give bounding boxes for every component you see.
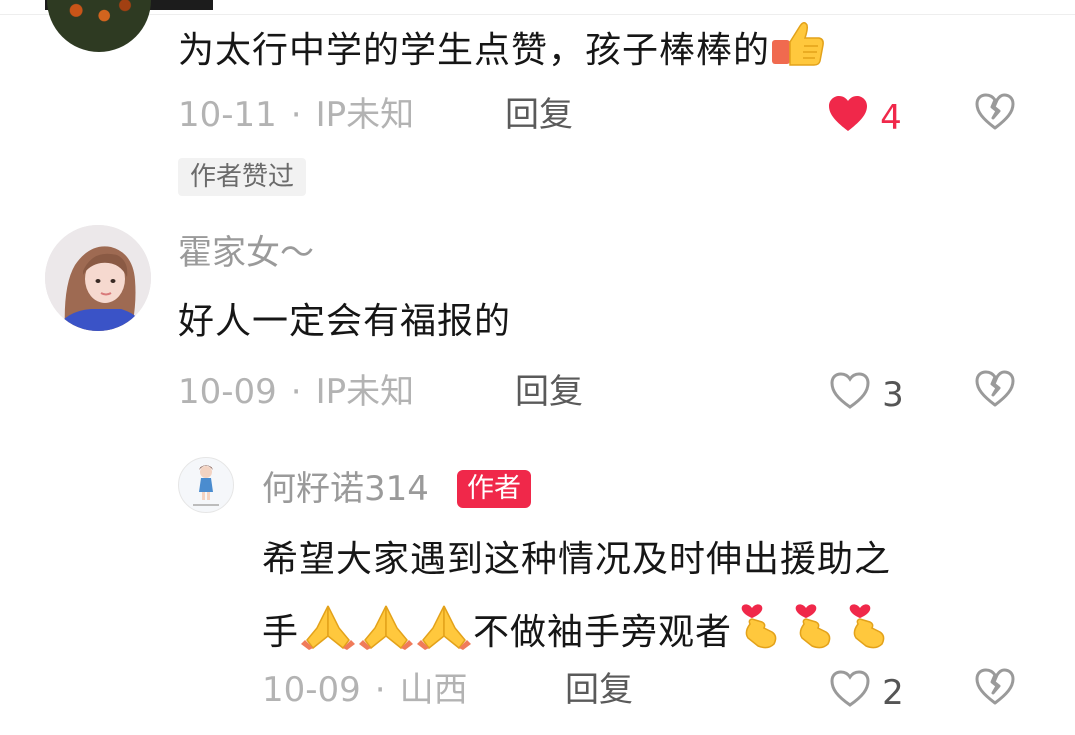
avatar[interactable] <box>47 0 151 52</box>
finger-heart-icon <box>840 598 894 661</box>
heart-filled-icon <box>827 95 869 137</box>
like-button[interactable]: 4 <box>827 95 902 138</box>
username[interactable]: 霍家女～ <box>178 233 314 273</box>
comment-meta: 10-11 · IP未知 <box>178 95 414 135</box>
comment-location: IP未知 <box>315 372 415 412</box>
folded-hands-icon <box>357 602 415 661</box>
like-button[interactable]: 2 <box>829 670 904 713</box>
comment-location: IP未知 <box>315 95 415 135</box>
comment-location: 山西 <box>399 670 468 710</box>
folded-hands-icon <box>299 602 357 661</box>
dislike-button[interactable] <box>975 668 1015 710</box>
separator: · <box>374 670 386 710</box>
finger-heart-icon <box>786 598 840 661</box>
heart-outline-icon <box>829 372 871 414</box>
username[interactable]: 何籽诺314 <box>262 469 429 509</box>
dislike-button[interactable] <box>975 370 1015 412</box>
reply-button[interactable]: 回复 <box>515 372 583 412</box>
separator: · <box>290 372 302 412</box>
heart-outline-icon <box>829 670 871 712</box>
like-count: 3 <box>882 375 904 415</box>
broken-heart-icon <box>975 668 1015 710</box>
reply-button[interactable]: 回复 <box>565 670 633 710</box>
separator: · <box>290 95 302 135</box>
author-liked-badge: 作者赞过 <box>178 158 307 196</box>
comment-meta: 10-09 · 山西 <box>262 670 468 710</box>
dislike-button[interactable] <box>975 93 1015 135</box>
reply-button[interactable]: 回复 <box>505 95 573 135</box>
comment-meta: 10-09 · IP未知 <box>178 372 414 412</box>
comment-text: 为太行中学的学生点赞，孩子棒棒的 <box>178 20 826 79</box>
avatar[interactable] <box>178 457 234 513</box>
like-count: 2 <box>882 673 904 713</box>
folded-hands-icon <box>415 602 473 661</box>
comment-date: 10-09 <box>178 372 277 412</box>
author-badge: 作者 <box>457 470 531 508</box>
like-button[interactable]: 3 <box>829 372 904 415</box>
reply-text-line2: 手 不做袖手旁观者 <box>262 598 894 661</box>
avatar[interactable] <box>45 225 151 331</box>
comment-text: 好人一定会有福报的 <box>178 301 512 342</box>
comment-date: 10-11 <box>178 95 277 135</box>
like-count: 4 <box>880 98 902 138</box>
finger-heart-icon <box>732 598 786 661</box>
broken-heart-icon <box>975 93 1015 135</box>
comment-date: 10-09 <box>262 670 361 710</box>
reply-text-line1: 希望大家遇到这种情况及时伸出援助之 <box>262 539 892 580</box>
broken-heart-icon <box>975 370 1015 412</box>
thumbs-up-icon <box>770 20 826 79</box>
